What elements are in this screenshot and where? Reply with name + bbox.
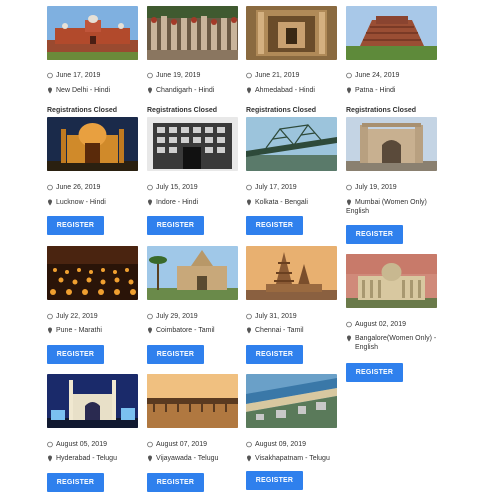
event-image-shore-temple[interactable] — [246, 246, 337, 300]
barrage-image — [147, 374, 238, 428]
clock-icon — [147, 183, 153, 192]
clock-icon — [346, 320, 352, 329]
beach-road-image — [246, 374, 337, 428]
event-card: July 22, 2019 Pune - Marathi REGISTER — [47, 246, 139, 364]
map-pin-icon — [147, 454, 153, 463]
event-image-vidhana-soudha[interactable] — [346, 254, 437, 308]
event-card: August 02, 2019 Bangalore(Women Only) - … — [346, 254, 438, 382]
stepwell-image — [246, 6, 337, 60]
event-image-red-fort[interactable] — [47, 6, 138, 60]
event-card: July 19, 2019 Mumbai (Women Only) Englis… — [346, 117, 438, 244]
lucknow-gate-image — [47, 117, 138, 171]
event-card: July 15, 2019 Indore - Hindi REGISTER — [147, 117, 239, 235]
event-image-barrage[interactable] — [147, 374, 238, 428]
register-button[interactable]: REGISTER — [147, 216, 204, 235]
clock-icon — [47, 183, 53, 192]
event-card: July 17, 2019 Kolkata - Bengali REGISTER — [246, 117, 338, 235]
clock-icon — [346, 183, 352, 192]
event-card: August 07, 2019 Vijayawada - Telugu REGI… — [147, 374, 239, 492]
nalanda-ruins-image — [346, 6, 437, 60]
registrations-closed-label: Registrations Closed — [246, 107, 317, 114]
register-button[interactable]: REGISTER — [47, 216, 104, 235]
map-pin-icon — [47, 86, 53, 95]
map-pin-icon — [246, 198, 252, 207]
event-image-lucknow-gate[interactable] — [47, 117, 138, 171]
howrah-bridge-image — [246, 117, 337, 171]
shore-temple-image — [246, 246, 337, 300]
event-image-lamps-festival[interactable] — [47, 246, 138, 300]
register-button[interactable]: REGISTER — [246, 471, 303, 490]
event-image-charminar[interactable] — [47, 374, 138, 428]
map-pin-icon — [47, 454, 53, 463]
registrations-closed-label: Registrations Closed — [346, 107, 417, 114]
vidhana-soudha-image — [346, 254, 437, 308]
clock-icon — [47, 312, 53, 321]
event-card: July 31, 2019 Chennai - Tamil REGISTER — [246, 246, 338, 364]
register-button[interactable]: REGISTER — [47, 473, 104, 492]
rock-garden-image — [147, 6, 238, 60]
event-location: Bangalore(Women Only) - English — [346, 334, 438, 352]
event-card: June 17, 2019 New Delhi - Hindi Registra… — [47, 6, 139, 114]
map-pin-icon — [346, 86, 352, 95]
map-pin-icon — [246, 86, 252, 95]
map-pin-icon — [246, 454, 252, 463]
event-card: June 19, 2019 Chandigarh - Hindi Registr… — [147, 6, 239, 114]
clock-icon — [147, 312, 153, 321]
event-card: June 26, 2019 Lucknow - Hindi REGISTER — [47, 117, 139, 235]
event-image-howrah-bridge[interactable] — [246, 117, 337, 171]
register-button[interactable]: REGISTER — [47, 345, 104, 364]
map-pin-icon — [47, 198, 53, 207]
clock-icon — [246, 71, 252, 80]
event-card: August 09, 2019 Visakhapatnam - Telugu R… — [246, 374, 338, 490]
charminar-image — [47, 374, 138, 428]
event-image-gateway-of-india[interactable] — [346, 117, 437, 171]
clock-icon — [346, 71, 352, 80]
event-image-temple-palms[interactable] — [147, 246, 238, 300]
rajwada-image — [147, 117, 238, 171]
lamps-festival-image — [47, 246, 138, 300]
registrations-closed-label: Registrations Closed — [147, 107, 218, 114]
register-button[interactable]: REGISTER — [246, 345, 303, 364]
event-card: June 24, 2019 Patna - Hindi Registration… — [346, 6, 438, 114]
register-button[interactable]: REGISTER — [246, 216, 303, 235]
gateway-of-india-image — [346, 117, 437, 171]
event-card: June 21, 2019 Ahmedabad - Hindi Registra… — [246, 6, 338, 114]
event-card: August 05, 2019 Hyderabad - Telugu REGIS… — [47, 374, 139, 492]
register-button[interactable]: REGISTER — [346, 363, 403, 382]
map-pin-icon — [147, 86, 153, 95]
event-image-rock-garden[interactable] — [147, 6, 238, 60]
clock-icon — [47, 440, 53, 449]
register-button[interactable]: REGISTER — [147, 473, 204, 492]
event-image-stepwell[interactable] — [246, 6, 337, 60]
event-card: July 29, 2019 Coimbatore - Tamil REGISTE… — [147, 246, 239, 364]
registrations-closed-label: Registrations Closed — [47, 107, 118, 114]
map-pin-icon — [147, 198, 153, 207]
register-button[interactable]: REGISTER — [346, 225, 403, 244]
clock-icon — [246, 440, 252, 449]
clock-icon — [147, 71, 153, 80]
clock-icon — [246, 183, 252, 192]
event-image-nalanda-ruins[interactable] — [346, 6, 437, 60]
register-button[interactable]: REGISTER — [147, 345, 204, 364]
map-pin-icon — [246, 326, 252, 335]
event-image-rajwada[interactable] — [147, 117, 238, 171]
clock-icon — [47, 71, 53, 80]
event-image-beach-road[interactable] — [246, 374, 337, 428]
red-fort-image — [47, 6, 138, 60]
event-location: Mumbai (Women Only) English — [346, 199, 427, 215]
clock-icon — [147, 440, 153, 449]
map-pin-icon — [147, 326, 153, 335]
temple-palms-image — [147, 246, 238, 300]
map-pin-icon — [47, 326, 53, 335]
clock-icon — [246, 312, 252, 321]
